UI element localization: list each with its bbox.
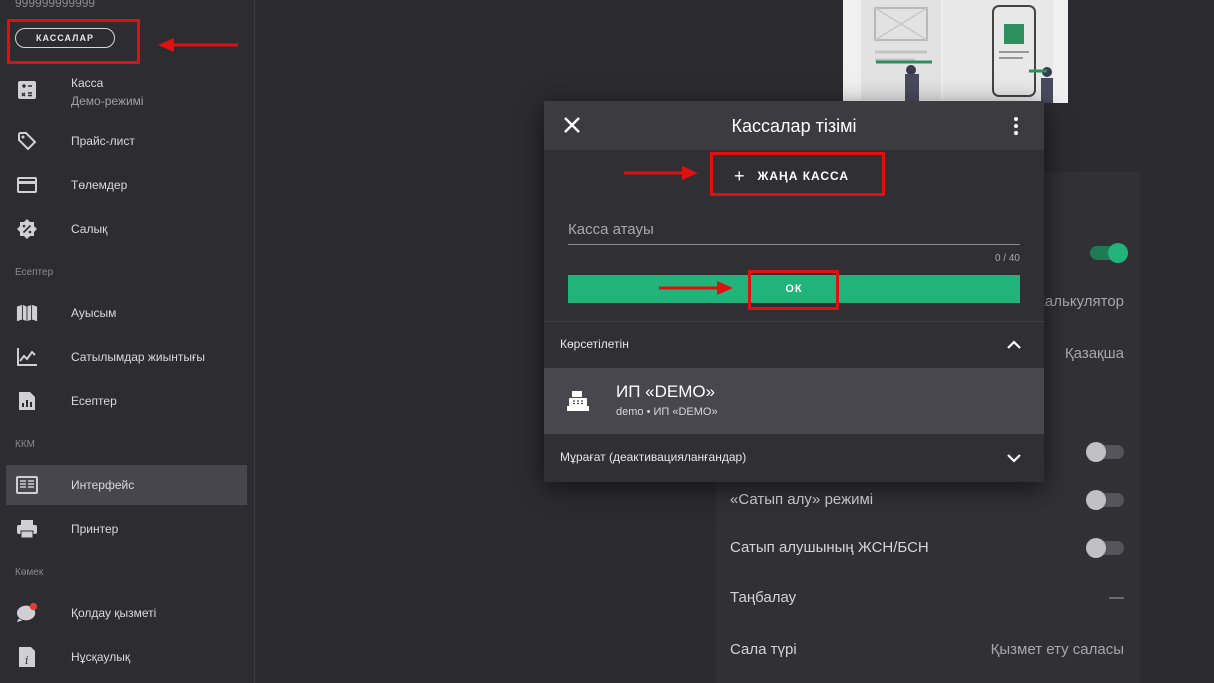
printer-icon [16,518,38,540]
annotation-arrow-right-1 [624,166,698,180]
sidebar-item-price-list[interactable]: Прайс-лист [6,121,247,161]
tag-icon [16,130,38,152]
sidebar-item-label: Салық [71,222,108,236]
sidebar-item-support[interactable]: Қолдау қызметі [6,593,247,633]
group-label: Мұрағат (деактивацияланғандар) [560,450,747,464]
kassa-name-input[interactable] [568,215,1020,245]
toggle-knob [1108,243,1128,263]
chart-trend-icon [16,346,38,368]
sidebar-item-shift[interactable]: Ауысым [6,293,247,333]
account-phone: 999999999999 [15,0,96,10]
tax-badge-icon [16,218,38,240]
sidebar-item-sublabel: Демо-режимі [71,94,144,108]
credit-card-icon [16,174,38,196]
chevron-down-icon [1006,451,1022,465]
sidebar-item-kassa[interactable]: Касса Демо-режимі [6,74,247,118]
calculator-icon [16,79,38,101]
section-label-kkm: ККМ [15,439,35,450]
svg-text:i: i [25,654,29,667]
sidebar-item-manual[interactable]: i Нұсқаулық [6,637,247,677]
sidebar-item-label: Ауысым [71,306,117,320]
setting-toggle-1[interactable] [1090,243,1128,263]
group-label: Көрсетілетін [560,337,629,351]
report-icon [16,390,38,412]
more-vertical-icon[interactable] [1010,115,1022,137]
sidebar-item-payments[interactable]: Төлемдер [6,165,247,205]
sidebar-item-label: Принтер [71,522,119,536]
dialog-title: Кассалар тізімі [731,116,857,136]
toggle-knob [1086,442,1106,462]
char-counter: 0 / 40 [994,253,1020,264]
setting-label-industry: Сала түрі [730,641,797,658]
setting-value-industry[interactable]: Қызмет ету саласы [944,641,1124,658]
section-label-reports: Есептер [15,267,54,278]
chevron-up-icon [1006,338,1022,352]
shown-group-header[interactable]: Көрсетілетін [544,322,1044,368]
archive-group-header[interactable]: Мұрағат (деактивацияланғандар) [544,435,1044,481]
book-open-icon [16,302,38,324]
kassa-name: ИП «DEMO» [616,382,716,401]
toggle-knob [1086,490,1106,510]
sidebar-item-label: Қолдау қызметі [71,606,157,620]
sidebar: 999999999999 КАССАЛАР Касса Демо-режимі … [0,0,255,683]
sidebar-item-label: Интерфейс [71,478,135,492]
sidebar-item-tax[interactable]: Салық [6,209,247,249]
annotation-box-ok [748,270,839,310]
sidebar-item-label: Төлемдер [71,178,128,192]
setting-label-marking: Таңбалау [730,589,797,606]
buyer-iin-toggle[interactable] [1086,538,1124,558]
setting-label-purchase-mode: «Сатып алу» режимі [730,491,874,508]
setting-toggle-2[interactable] [1086,442,1124,462]
setting-label-buyer-iin: Сатып алушының ЖСН/БСН [730,539,929,556]
section-label-help: Көмек [15,567,44,578]
sidebar-item-reports[interactable]: Есептер [6,381,247,421]
toggle-knob [1086,538,1106,558]
annotation-box-new-kassa [710,152,885,196]
kassa-list-item[interactable]: ИП «DEMO» demo • ИП «DEMO» [544,368,1044,434]
dialog-header: Кассалар тізімі [544,101,1044,150]
sidebar-item-label: Сатылымдар жиынтығы [71,350,205,364]
sidebar-item-sales-summary[interactable]: Сатылымдар жиынтығы [6,337,247,377]
purchase-mode-toggle[interactable] [1086,490,1124,510]
chat-icon [16,602,38,624]
sidebar-item-label: Прайс-лист [71,134,135,148]
annotation-arrow-left [158,38,238,52]
annotation-box-kassa-list [7,19,140,64]
sidebar-item-label: Нұсқаулық [71,650,131,664]
sidebar-item-printer[interactable]: Принтер [6,509,247,549]
annotation-arrow-right-2 [659,281,733,295]
manual-icon: i [16,646,38,668]
cash-register-icon [566,390,590,412]
illustration [832,0,1068,103]
setting-value-marking[interactable]: — [1016,589,1124,606]
sidebar-item-label: Есептер [71,394,117,408]
interface-icon [16,474,38,496]
sidebar-item-interface[interactable]: Интерфейс [6,465,247,505]
sidebar-item-label: Касса [71,76,104,90]
kassa-subtitle: demo • ИП «DEMO» [616,406,718,418]
